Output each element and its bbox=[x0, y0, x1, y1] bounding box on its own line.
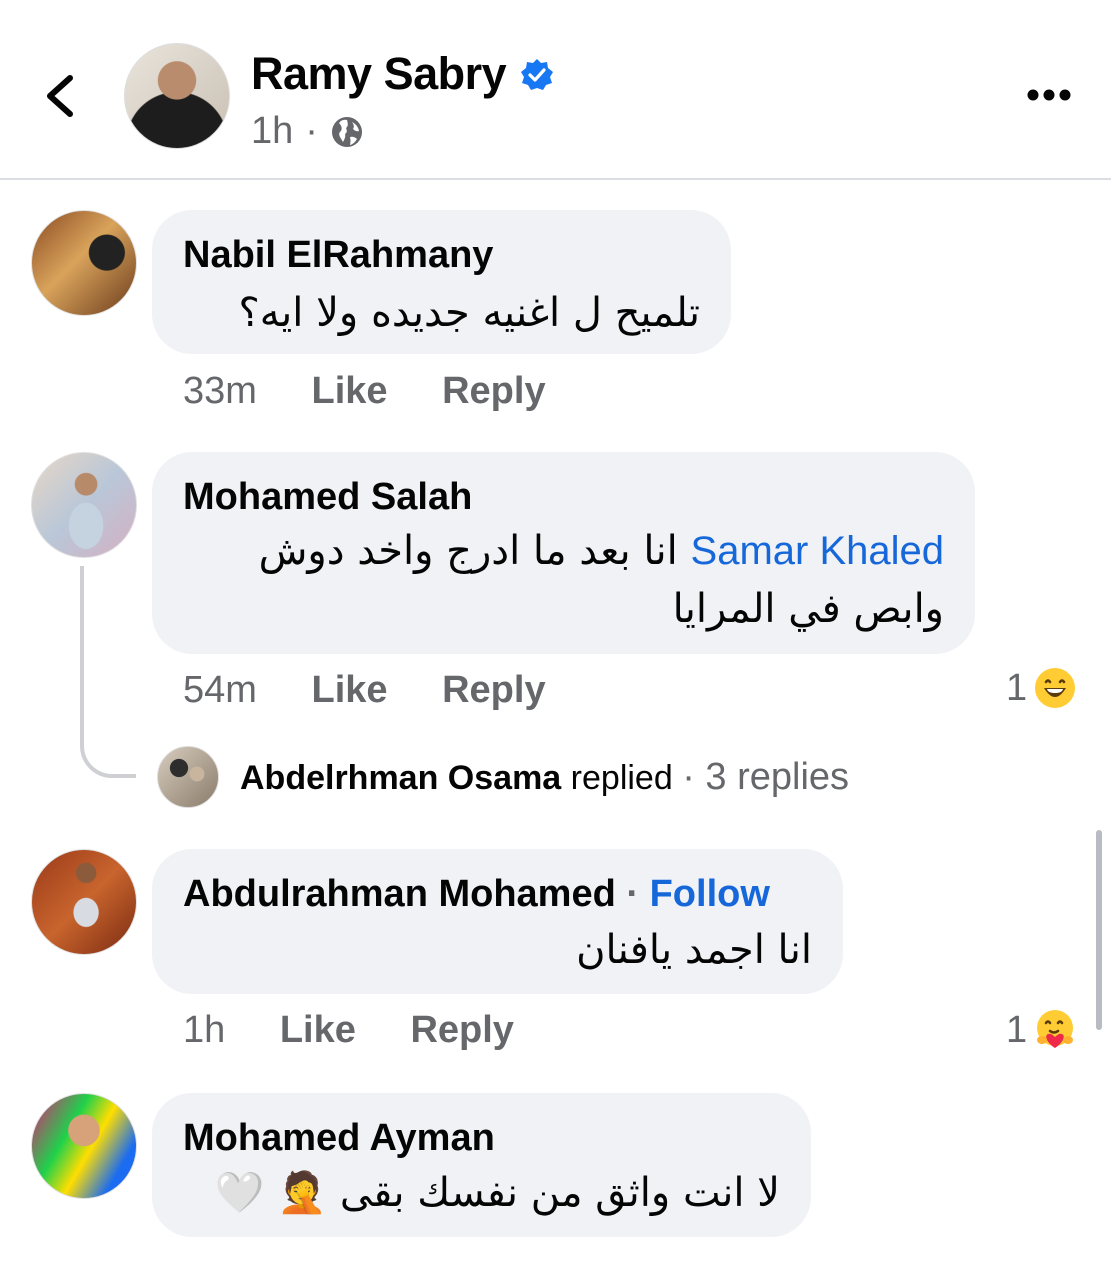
reaction-count: 1 bbox=[1006, 666, 1028, 709]
commenter-name-line: Abdulrahman Mohamed · Follow bbox=[183, 873, 770, 915]
commenter-name[interactable]: Mohamed Ayman bbox=[183, 1117, 495, 1160]
mention-link[interactable]: Samar Khaled bbox=[691, 529, 944, 573]
comment-text: لا انت واثق من نفسك بقى 🤦 🤍 bbox=[214, 1170, 780, 1216]
comment-actions: 1h Like Reply bbox=[183, 1009, 558, 1052]
comment-time[interactable]: 1h bbox=[183, 1009, 225, 1051]
verified-badge-icon bbox=[521, 59, 553, 90]
like-button[interactable]: Like bbox=[311, 370, 387, 412]
reply-button[interactable]: Reply bbox=[410, 1009, 513, 1051]
post-header: Ramy Sabry 1h · bbox=[0, 0, 1111, 180]
comment-text: تلميح ل اغنيه جديده ولا ايه؟ bbox=[238, 290, 700, 336]
globe-icon bbox=[331, 116, 362, 147]
care-emoji-icon bbox=[1037, 1010, 1074, 1048]
comment-text-line: Samar Khaled انا بعد ما ادرج واخد دوش bbox=[259, 528, 944, 574]
comment-bubble: Abdulrahman Mohamed · Follow انا اجمد يا… bbox=[152, 849, 843, 994]
like-button[interactable]: Like bbox=[311, 669, 387, 711]
thread-connector bbox=[80, 566, 136, 778]
post-meta: 1h · bbox=[251, 110, 364, 153]
reply-count: · 3 replies bbox=[682, 756, 850, 798]
commenter-name[interactable]: Abdulrahman Mohamed bbox=[183, 873, 616, 915]
author-name[interactable]: Ramy Sabry bbox=[251, 48, 507, 100]
replier-avatar[interactable] bbox=[157, 746, 219, 808]
view-replies-link[interactable]: Abdelrhman Osama replied · 3 replies bbox=[240, 756, 849, 799]
commenter-avatar[interactable] bbox=[31, 1093, 137, 1199]
commenter-avatar[interactable] bbox=[31, 452, 137, 558]
comment-text: وابص في المرايا bbox=[672, 586, 944, 632]
comment-time[interactable]: 54m bbox=[183, 669, 257, 711]
replied-label: replied bbox=[570, 759, 673, 797]
laughing-emoji-icon bbox=[1035, 668, 1076, 708]
back-arrow-icon[interactable] bbox=[40, 70, 84, 122]
commenter-avatar[interactable] bbox=[31, 849, 137, 955]
replier-name: Abdelrhman Osama bbox=[240, 759, 562, 797]
scrollbar[interactable] bbox=[1096, 830, 1102, 1030]
comment-bubble: Mohamed Salah Samar Khaled انا بعد ما اد… bbox=[152, 452, 975, 654]
follow-button[interactable]: Follow bbox=[650, 873, 770, 915]
comment-text: انا بعد ما ادرج واخد دوش bbox=[258, 528, 678, 574]
reaction-summary[interactable]: 1 bbox=[1006, 1008, 1077, 1052]
comment-bubble: Nabil ElRahmany تلميح ل اغنيه جديده ولا … bbox=[152, 210, 731, 354]
commenter-avatar[interactable] bbox=[31, 210, 137, 316]
meta-separator: · bbox=[305, 110, 318, 152]
comment-actions: 33m Like Reply bbox=[183, 370, 590, 413]
like-button[interactable]: Like bbox=[280, 1009, 356, 1051]
reaction-count: 1 bbox=[1006, 1008, 1028, 1051]
reply-button[interactable]: Reply bbox=[442, 370, 545, 412]
reaction-summary[interactable]: 1 bbox=[1006, 666, 1077, 710]
comment-bubble: Mohamed Ayman لا انت واثق من نفسك بقى 🤦 … bbox=[152, 1093, 811, 1237]
post-time[interactable]: 1h bbox=[251, 110, 293, 153]
comment-text: انا اجمد يافنان bbox=[576, 927, 812, 973]
more-options-icon[interactable] bbox=[1026, 86, 1072, 104]
commenter-name[interactable]: Nabil ElRahmany bbox=[183, 234, 493, 277]
commenter-name[interactable]: Mohamed Salah bbox=[183, 476, 472, 519]
comment-actions: 54m Like Reply bbox=[183, 669, 590, 712]
reply-button[interactable]: Reply bbox=[442, 669, 545, 711]
comment-time[interactable]: 33m bbox=[183, 370, 257, 412]
author-avatar[interactable] bbox=[124, 43, 230, 149]
